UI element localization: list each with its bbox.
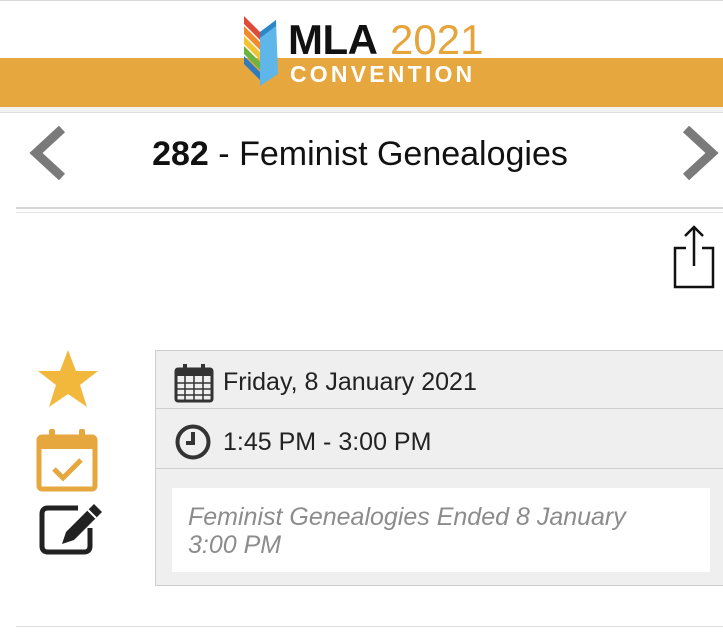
date-row: Friday, 8 January 2021	[156, 351, 723, 409]
add-to-schedule-button[interactable]	[36, 427, 98, 493]
session-title: 282 - Feminist Genealogies	[80, 133, 640, 175]
mla-logo: MLA 2021 CONVENTION	[240, 10, 500, 90]
session-details-panel: Friday, 8 January 2021 1:45 PM - 3:00 PM…	[155, 350, 723, 586]
calendar-check-icon	[36, 429, 98, 492]
note-line-1: Feminist Genealogies Ended 8 January	[188, 503, 626, 531]
top-divider	[0, 0, 723, 1]
session-time: 1:45 PM - 3:00 PM	[223, 428, 432, 456]
logo-convention-text: CONVENTION	[290, 61, 476, 87]
add-note-button[interactable]	[38, 500, 106, 556]
bottom-divider	[16, 626, 723, 627]
share-button[interactable]	[672, 224, 716, 290]
logo-year-text: 2021	[390, 16, 484, 63]
previous-session-button[interactable]	[26, 123, 70, 183]
session-number: 282	[152, 135, 209, 173]
chevron-left-icon	[29, 125, 66, 181]
calendar-icon	[174, 364, 214, 403]
favorite-button[interactable]	[36, 348, 100, 410]
session-note-text: Feminist Genealogies Ended 8 January 3:00…	[188, 503, 698, 559]
time-row: 1:45 PM - 3:00 PM	[156, 409, 723, 469]
logo-mla-text: MLA	[288, 16, 378, 63]
share-icon	[673, 225, 715, 289]
chevron-right-icon	[682, 125, 719, 181]
session-date: Friday, 8 January 2021	[223, 368, 477, 396]
title-divider-secondary	[16, 212, 723, 213]
star-icon	[38, 350, 98, 407]
clock-icon	[175, 424, 211, 460]
session-name: Feminist Genealogies	[239, 135, 568, 173]
logo-book-icon	[244, 16, 278, 86]
session-separator: -	[208, 135, 240, 173]
header-divider	[0, 107, 723, 113]
next-session-button[interactable]	[678, 123, 722, 183]
edit-icon	[39, 504, 102, 555]
note-line-2: 3:00 PM	[188, 531, 282, 559]
title-divider	[16, 207, 723, 209]
session-note-box[interactable]: Feminist Genealogies Ended 8 January 3:00…	[172, 488, 710, 572]
